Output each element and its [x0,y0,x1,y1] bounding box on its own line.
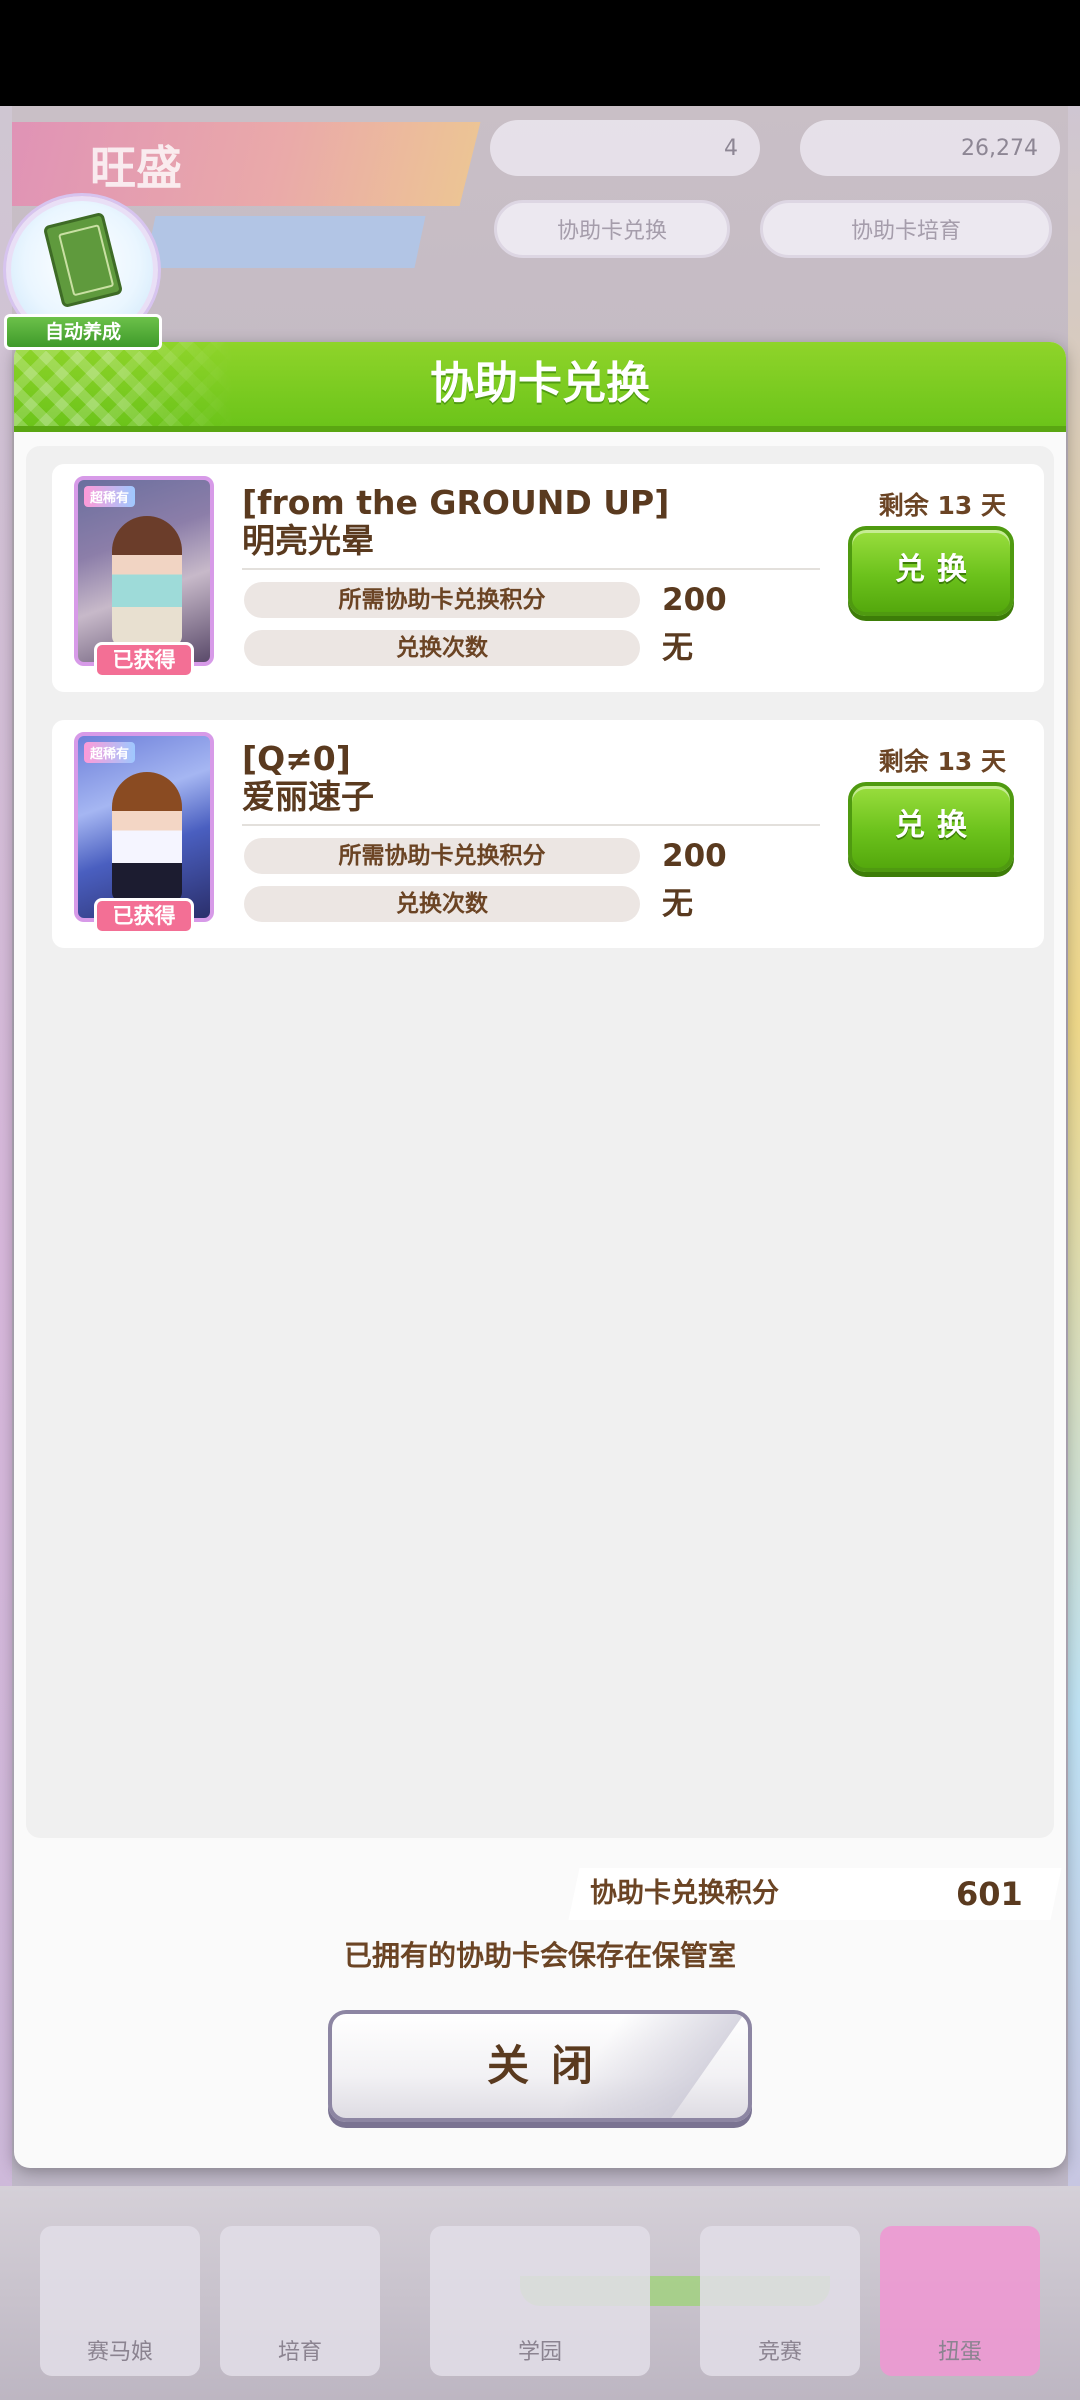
points-required-value: 200 [662,582,727,618]
auto-train-label: 自动养成 [4,314,162,350]
exchange-count-value: 无 [662,886,693,922]
card-title-line2: 明亮光晕 [242,521,374,560]
rarity-tag: 超稀有 [84,742,136,763]
character-figure [112,772,182,902]
remaining-days: 剩余 13 天 [878,491,1006,520]
card-title-line1: [from the GROUND UP] [242,483,670,522]
bg-left-edge [0,106,12,2400]
exchange-button[interactable]: 兑换 [848,526,1014,616]
close-button-label: 关闭 [486,2041,615,2090]
exchange-count-value: 无 [662,630,693,666]
points-balance-label: 协助卡兑换积分 [590,1878,779,1909]
exchange-dialog: 协助卡兑换 超稀有 已获得 [from the GROUND UP] 明亮光晕 … [14,342,1066,2168]
status-bar [0,0,1080,106]
exchange-count-label: 兑换次数 [244,886,640,922]
bg-pill-left: 协助卡兑换 [494,200,730,258]
card-title: [from the GROUND UP] 明亮光晕 [242,484,842,560]
points-required-label: 所需协助卡兑换积分 [244,582,640,618]
bg-nav-item: 竞赛 [700,2226,860,2376]
points-required-label: 所需协助卡兑换积分 [244,838,640,874]
exchange-item: 超稀有 已获得 [Q≠0] 爱丽速子 所需协助卡兑换积分 200 兑换次数 无 … [52,720,1044,948]
character-figure [112,516,182,646]
close-button[interactable]: 关闭 [328,2010,752,2122]
owned-badge: 已获得 [94,642,194,678]
auto-train-badge[interactable]: 自动养成 [0,196,168,356]
bg-pill-right: 协助卡培育 [760,200,1052,258]
dialog-header: 协助卡兑换 [14,342,1066,432]
bg-nav-item: 扭蛋 [880,2226,1040,2376]
bg-title-banner [0,122,481,206]
card-title-line1: [Q≠0] [242,739,351,778]
divider [242,824,820,826]
support-card-image[interactable]: 超稀有 [74,732,214,922]
bg-right-edge [1068,106,1080,2400]
exchange-button[interactable]: 兑换 [848,782,1014,872]
exchange-item: 超稀有 已获得 [from the GROUND UP] 明亮光晕 所需协助卡兑… [52,464,1044,692]
divider [242,568,820,570]
card-title: [Q≠0] 爱丽速子 [242,740,842,816]
support-card-image[interactable]: 超稀有 [74,476,214,666]
bg-currency-2: 26,274 [800,120,1060,176]
points-required-value: 200 [662,838,727,874]
rarity-tag: 超稀有 [84,486,136,507]
remaining-days: 剩余 13 天 [878,747,1006,776]
card-title-line2: 爱丽速子 [242,777,374,816]
dialog-title: 协助卡兑换 [430,358,650,409]
owned-badge: 已获得 [94,898,194,934]
bg-nav-item: 赛马娘 [40,2226,200,2376]
bg-nav-item: 培育 [220,2226,380,2376]
bg-currency-1: 4 [490,120,760,176]
storage-note: 已拥有的协助卡会保存在保管室 [343,1939,736,1972]
points-balance-value: 601 [956,1875,1023,1913]
bg-info-strip [144,216,426,268]
exchange-count-label: 兑换次数 [244,630,640,666]
bg-nav-item: 学园 [430,2226,650,2376]
bg-title: 旺盛 [90,141,182,195]
